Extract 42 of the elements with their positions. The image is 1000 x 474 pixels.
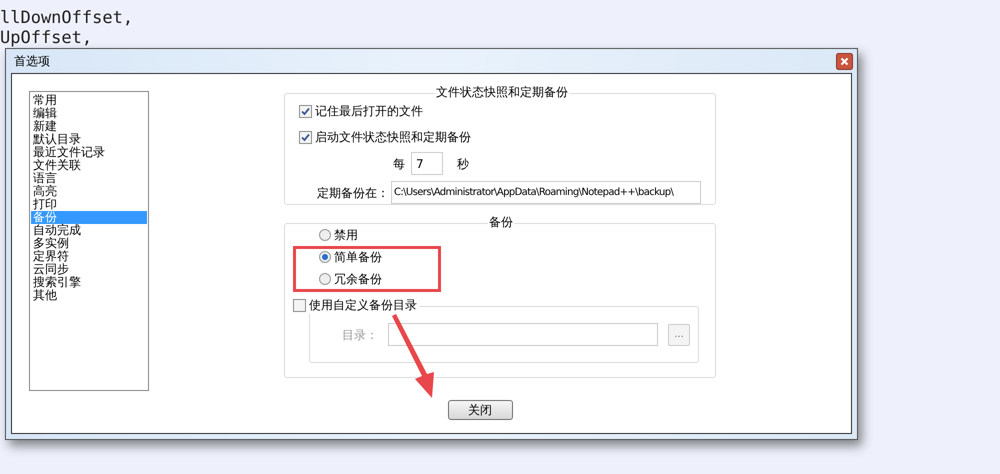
directory-label: 目录： [342,326,378,344]
checkbox-label: 记住最后打开的文件 [315,103,423,120]
category-item[interactable]: 打印 [31,198,147,211]
group-title: 备份 [488,214,514,230]
category-item[interactable]: 高亮 [31,185,147,198]
window-title: 首选项 [14,53,50,70]
interval-label: 每 [393,156,405,172]
checkbox-label: 启动文件状态快照和定期备份 [315,129,471,146]
interval-field[interactable]: 7 [411,152,443,175]
category-item[interactable]: 搜索引擎 [31,276,147,289]
category-item[interactable]: 新建 [31,120,147,133]
directory-field[interactable] [388,323,658,346]
category-item[interactable]: 最近文件记录 [31,146,147,159]
interval-unit: 秒 [457,156,469,172]
checkbox-label: 使用自定义备份目录 [309,297,417,314]
category-item[interactable]: 语言 [31,172,147,185]
category-item[interactable]: 云同步 [31,263,147,276]
radio-label: 禁用 [334,228,358,242]
group-title: 文件状态快照和定期备份 [435,84,569,100]
code-line: UpOffset, [0,28,92,48]
radio-label: 冗余备份 [334,272,382,286]
category-item[interactable]: 其他 [31,289,147,302]
radio-button[interactable] [319,229,331,241]
category-item[interactable]: 文件关联 [31,159,147,172]
checkbox[interactable] [299,130,312,144]
category-item[interactable]: 定界符 [31,250,147,263]
close-icon[interactable] [836,52,853,70]
radio-button[interactable] [319,251,331,263]
close-button[interactable]: 关闭 [448,400,512,420]
path-label: 定期备份在： [317,184,389,202]
category-item[interactable]: 常用 [31,94,147,107]
browse-button[interactable]: ... [668,324,690,346]
radio-label: 简单备份 [334,250,382,264]
category-item[interactable]: 编辑 [31,107,147,120]
category-item[interactable]: 多实例 [31,237,147,250]
code-line: llDownOffset, [0,8,134,28]
category-item[interactable]: 默认目录 [31,133,147,146]
checkbox[interactable] [293,298,306,312]
checkbox[interactable] [299,104,312,118]
backup-path-field[interactable]: C:\Users\Administrator\AppData\Roaming\Notepad++\backup\ [391,181,701,204]
category-item[interactable]: 自动完成 [31,224,147,237]
radio-button[interactable] [319,273,331,285]
